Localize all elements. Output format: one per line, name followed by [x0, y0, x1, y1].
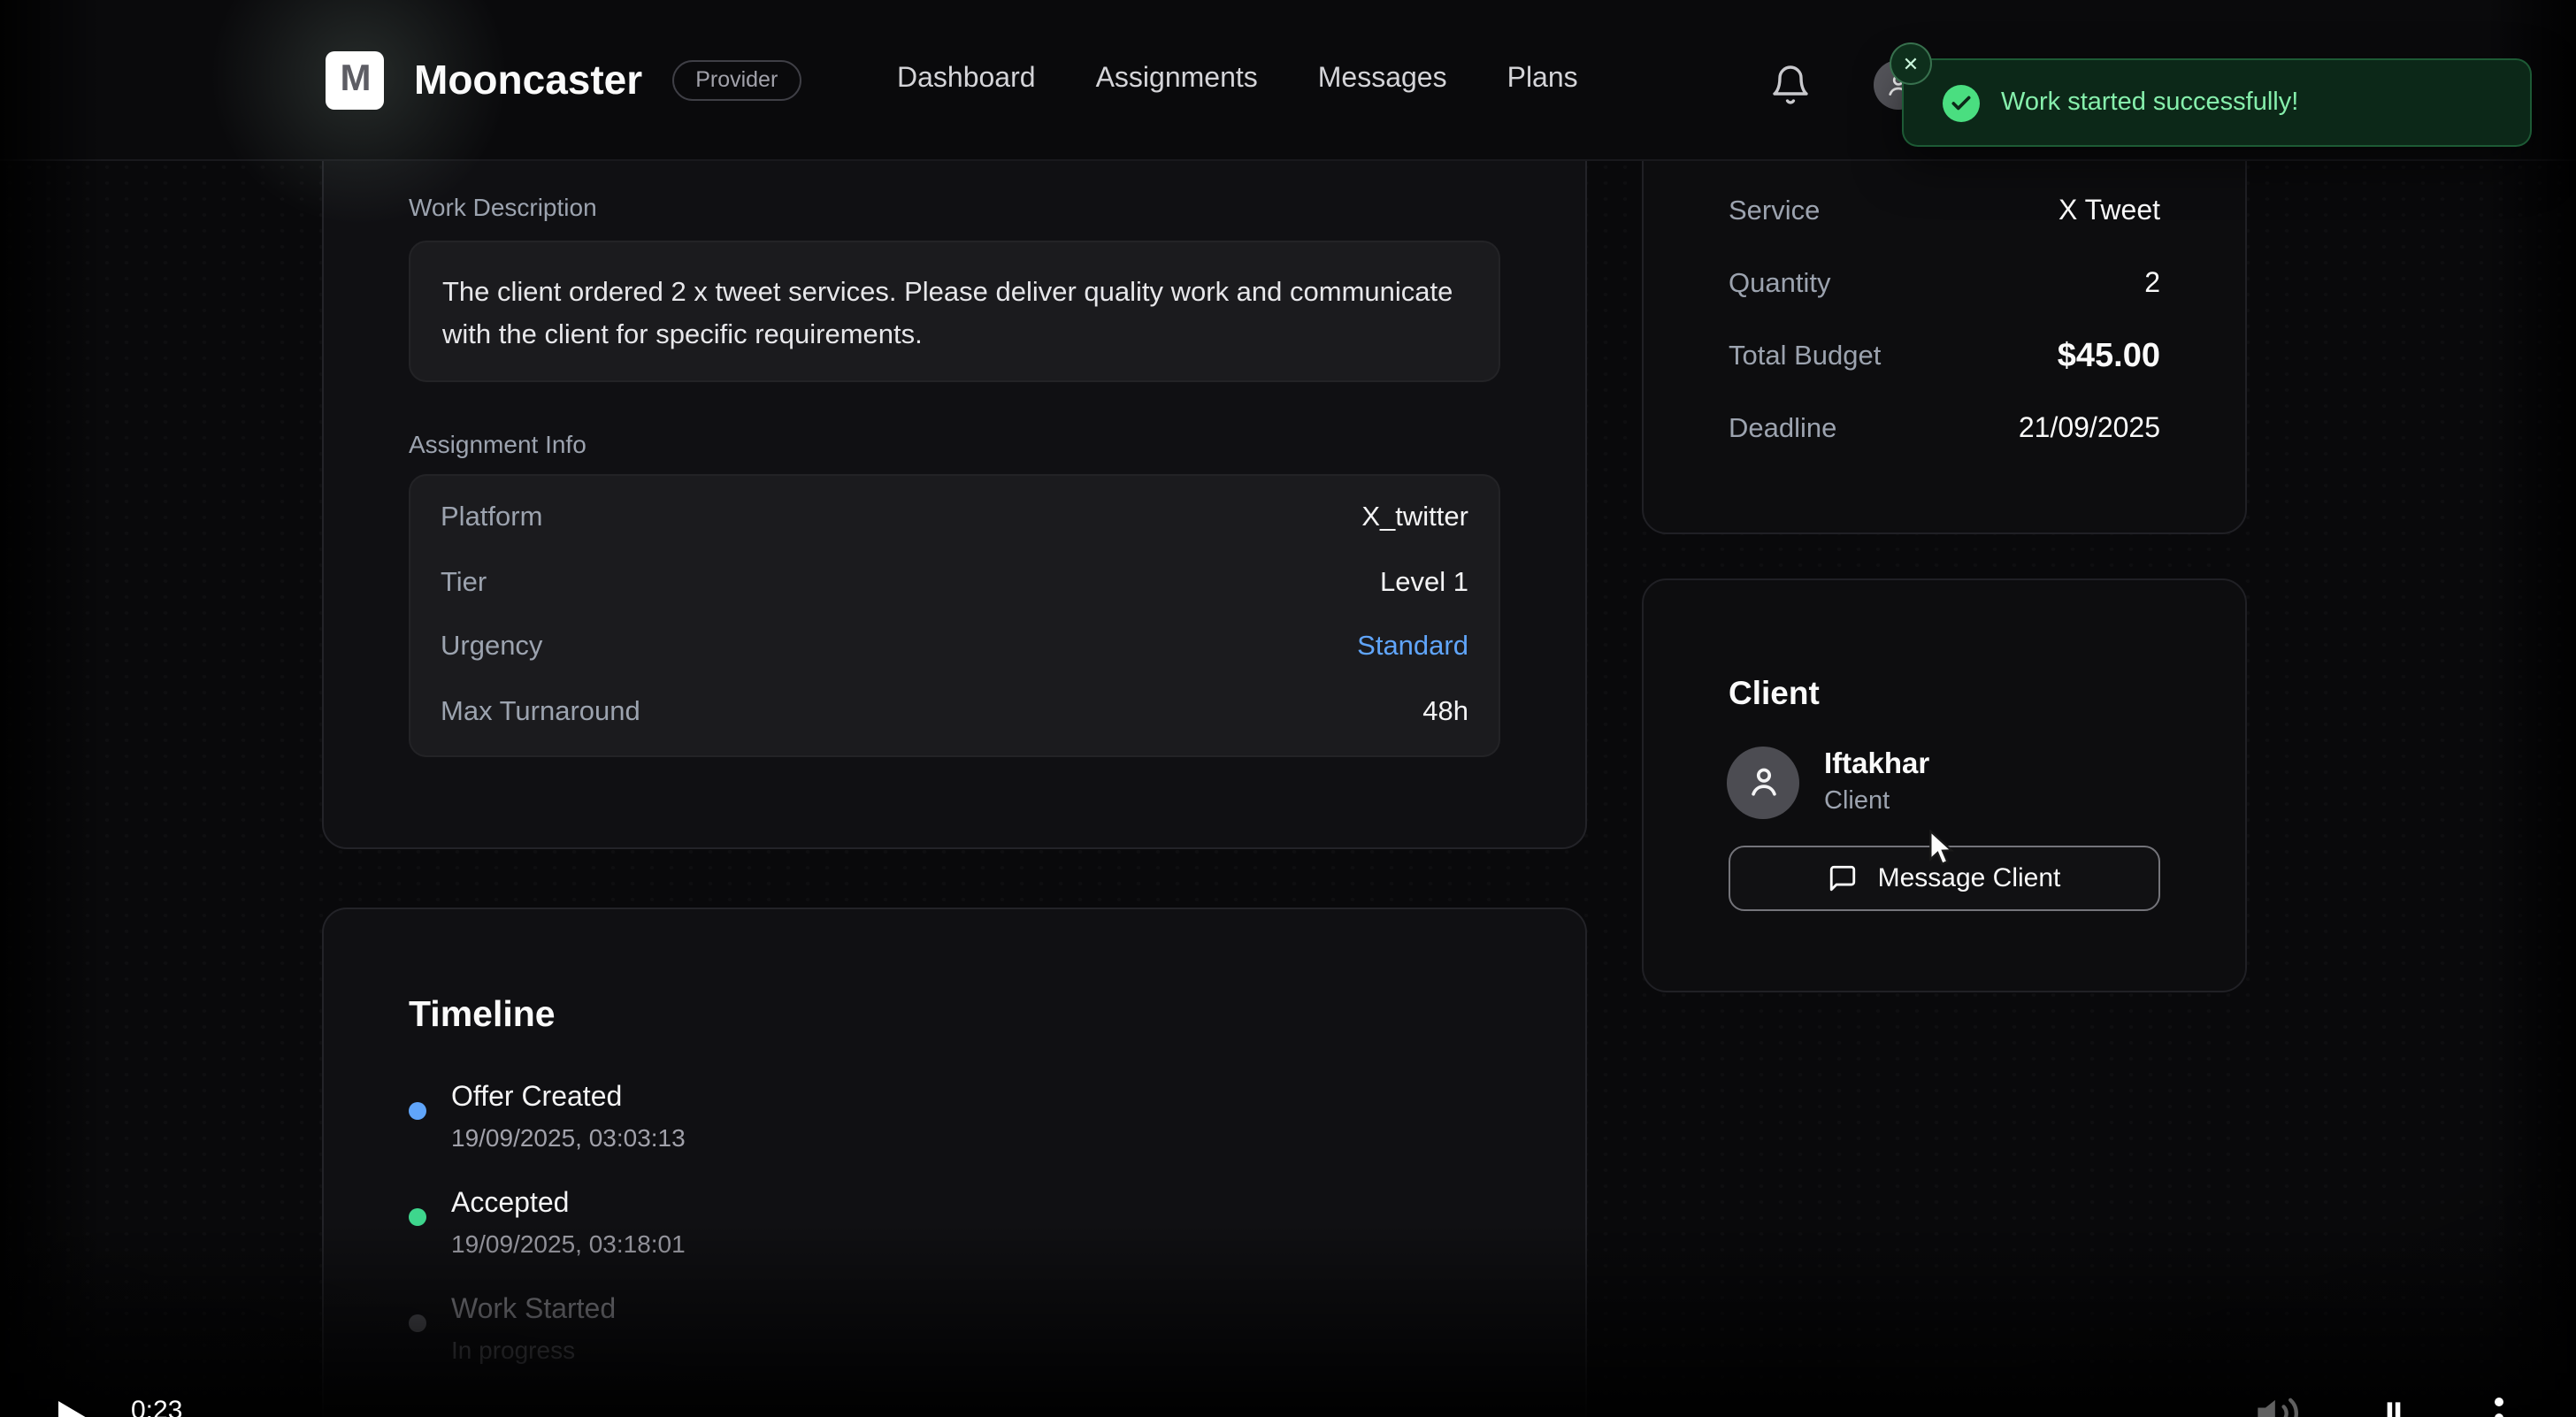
event-timestamp: 19/09/2025, 03:18:01 — [451, 1226, 686, 1261]
order-label: Service — [1729, 195, 1820, 227]
event-title: Offer Created — [451, 1081, 686, 1116]
work-description-label: Work Description — [409, 193, 597, 221]
order-label: Quantity — [1729, 268, 1830, 300]
timeline-event-offer-created: Offer Created 19/09/2025, 03:03:13 — [409, 1077, 686, 1155]
nav-item-assignments[interactable]: Assignments — [1096, 64, 1258, 96]
nav-item-dashboard[interactable]: Dashboard — [897, 64, 1036, 96]
timeline-event-accepted: Accepted 19/09/2025, 03:18:01 — [409, 1183, 686, 1261]
brand: M Mooncaster Provider — [326, 0, 801, 159]
video-current-time: 0:23 — [131, 1396, 182, 1417]
order-label: Deadline — [1729, 413, 1836, 445]
timeline-dot-icon — [409, 1314, 426, 1332]
timeline-dot-icon — [409, 1102, 426, 1120]
info-label: Tier — [441, 568, 487, 600]
client-avatar-icon — [1727, 746, 1799, 818]
order-value-total-budget: $45.00 — [2058, 337, 2160, 376]
info-value: 48h — [1422, 697, 1468, 729]
info-value: Level 1 — [1380, 568, 1468, 600]
kebab-menu-icon[interactable] — [2495, 1398, 2505, 1417]
order-value: 21/09/2025 — [2019, 413, 2160, 445]
order-row-deadline: Deadline 21/09/2025 — [1644, 393, 2245, 465]
bell-icon[interactable] — [1769, 64, 1812, 106]
check-circle-icon — [1943, 84, 1980, 121]
client-card: Client Iftakhar Client Me — [1642, 578, 2247, 992]
order-value: X Tweet — [2058, 195, 2160, 227]
order-summary-rows: Service X Tweet Quantity 2 Total Budget … — [1644, 175, 2245, 465]
toast-close-icon[interactable]: ✕ — [1890, 42, 1932, 85]
timeline-event-work-started: Work Started In progress — [409, 1290, 686, 1367]
event-timestamp: 19/09/2025, 03:03:13 — [451, 1120, 686, 1155]
client-profile: Iftakhar Client — [1727, 745, 1929, 819]
assignment-info-label: Assignment Info — [409, 430, 586, 458]
assignment-info-box: Platform X_twitter Tier Level 1 Urgency … — [409, 474, 1500, 757]
main-nav: Dashboard Assignments Messages Plans — [897, 0, 1578, 159]
info-label: Platform — [441, 503, 542, 535]
order-label: Total Budget — [1729, 341, 1881, 372]
info-row-max-turnaround: Max Turnaround 48h — [410, 680, 1499, 745]
client-card-title: Client — [1729, 674, 1820, 713]
info-label: Urgency — [441, 632, 542, 664]
app-viewport: M Mooncaster Provider Dashboard Assignme… — [0, 0, 2576, 1417]
info-value: X_twitter — [1361, 503, 1468, 535]
assignment-details-card: Work Description The client ordered 2 x … — [322, 103, 1587, 849]
info-row-platform: Platform X_twitter — [410, 486, 1499, 551]
success-toast: Work started successfully! — [1902, 58, 2532, 147]
nav-item-messages[interactable]: Messages — [1318, 64, 1447, 96]
nav-item-plans[interactable]: Plans — [1507, 64, 1578, 96]
info-row-tier: Tier Level 1 — [410, 551, 1499, 616]
volume-icon[interactable] — [2254, 1390, 2300, 1417]
order-row-quantity: Quantity 2 — [1644, 248, 2245, 320]
order-value: 2 — [2144, 268, 2160, 300]
timeline-card: Timeline Offer Created 19/09/2025, 03:03… — [322, 908, 1587, 1417]
order-summary-card: Service X Tweet Quantity 2 Total Budget … — [1642, 103, 2247, 534]
timeline-events: Offer Created 19/09/2025, 03:03:13 Accep… — [409, 1077, 686, 1367]
brand-name: Mooncaster — [414, 56, 642, 103]
provider-role-badge: Provider — [672, 59, 801, 100]
timeline-dot-icon — [409, 1208, 426, 1226]
client-name: Iftakhar — [1824, 745, 1929, 784]
info-label: Max Turnaround — [441, 697, 640, 729]
work-description-text: The client ordered 2 x tweet services. P… — [409, 241, 1500, 382]
info-value-urgency: Standard — [1357, 632, 1468, 664]
event-title: Work Started — [451, 1293, 616, 1329]
client-role: Client — [1824, 784, 1929, 819]
order-row-service: Service X Tweet — [1644, 175, 2245, 248]
event-title: Accepted — [451, 1187, 686, 1222]
play-icon[interactable] — [58, 1401, 97, 1417]
timeline-title: Timeline — [409, 994, 556, 1037]
order-row-total-budget: Total Budget $45.00 — [1644, 320, 2245, 393]
message-client-button[interactable]: Message Client — [1729, 846, 2160, 911]
chat-bubble-icon — [1828, 863, 1859, 893]
toast-message: Work started successfully! — [2001, 88, 2298, 117]
event-status: In progress — [451, 1332, 616, 1367]
mooncaster-logo-icon[interactable]: M — [326, 50, 384, 109]
video-frame: M Mooncaster Provider Dashboard Assignme… — [0, 0, 2576, 1417]
message-client-label: Message Client — [1878, 863, 2061, 893]
picture-in-picture-icon[interactable] — [2374, 1396, 2413, 1417]
info-row-urgency: Urgency Standard — [410, 616, 1499, 680]
